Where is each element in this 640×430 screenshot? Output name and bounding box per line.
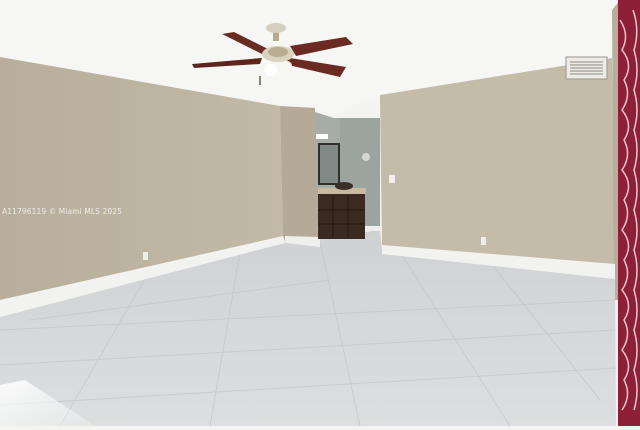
curtain bbox=[618, 0, 640, 426]
mls-watermark: A11796119 © Miami MLS 2025 bbox=[2, 207, 122, 216]
vanity-cabinet bbox=[318, 194, 365, 239]
vanity-light bbox=[316, 134, 328, 139]
wall-column bbox=[280, 106, 318, 240]
outlet-left bbox=[143, 252, 148, 260]
wall-mirror-round bbox=[362, 153, 370, 161]
room-photo: A11796119 © Miami MLS 2025 bbox=[0, 0, 640, 427]
vessel-sink bbox=[335, 182, 353, 190]
light-switch bbox=[389, 175, 395, 183]
right-wall bbox=[380, 58, 615, 272]
outlet-right bbox=[481, 237, 486, 245]
fan-light bbox=[265, 64, 277, 76]
